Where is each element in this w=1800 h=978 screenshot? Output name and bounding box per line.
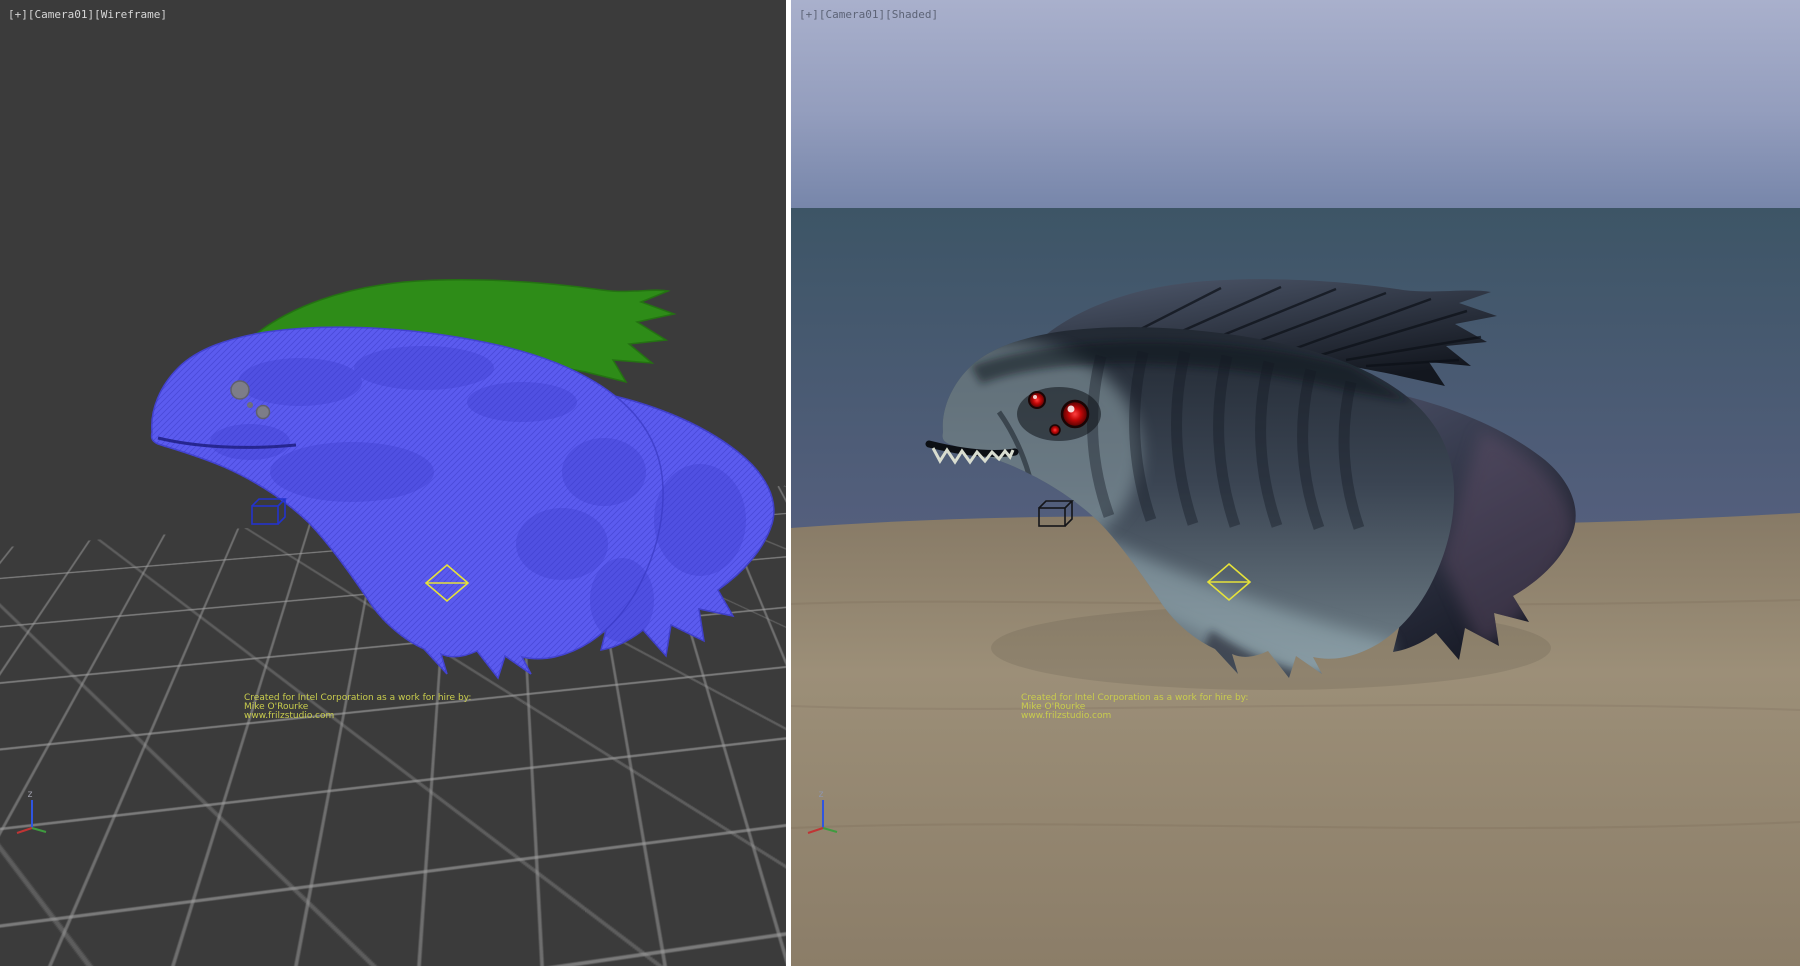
viewport-menu-plus[interactable]: [+] bbox=[8, 8, 28, 21]
viewport-label: [+][Camera01][Wireframe] bbox=[8, 8, 167, 21]
y-axis-line bbox=[823, 828, 837, 832]
shaded-scene bbox=[791, 0, 1800, 966]
axis-z-label: z bbox=[818, 789, 824, 800]
eye-small bbox=[1050, 425, 1060, 435]
viewport-menu-camera[interactable]: [Camera01] bbox=[819, 8, 885, 21]
credit-line-3: www.frilzstudio.com bbox=[244, 712, 471, 721]
wireframe-scene bbox=[0, 0, 786, 966]
eye-highlight-large bbox=[1068, 406, 1075, 413]
eye-spot-small bbox=[247, 402, 253, 408]
viewport-menu-shading[interactable]: [Wireframe] bbox=[94, 8, 167, 21]
viewport-wireframe[interactable]: [+][Camera01][Wireframe] Created for Int… bbox=[0, 0, 786, 966]
eye-highlight-medium bbox=[1033, 395, 1037, 399]
y-axis-line bbox=[32, 828, 46, 832]
credit-text: Created for Intel Corporation as a work … bbox=[244, 694, 471, 721]
viewport-shaded[interactable]: [+][Camera01][Shaded] Created for Intel … bbox=[791, 0, 1800, 966]
credit-line-3: www.frilzstudio.com bbox=[1021, 712, 1248, 721]
sky bbox=[791, 0, 1800, 208]
viewport-menu-shading[interactable]: [Shaded] bbox=[885, 8, 938, 21]
world-axis-tripod: z bbox=[10, 786, 54, 836]
world-axis-tripod: z bbox=[801, 786, 845, 836]
x-axis-line bbox=[17, 828, 32, 833]
x-axis-line bbox=[808, 828, 823, 833]
eye-large bbox=[1062, 401, 1088, 427]
credit-text: Created for Intel Corporation as a work … bbox=[1021, 694, 1248, 721]
viewport-label: [+][Camera01][Shaded] bbox=[799, 8, 938, 21]
eye-medium bbox=[1029, 392, 1045, 408]
viewport-menu-camera[interactable]: [Camera01] bbox=[28, 8, 94, 21]
eye-spot-large bbox=[231, 381, 249, 399]
axis-z-label: z bbox=[27, 789, 33, 800]
viewport-menu-plus[interactable]: [+] bbox=[799, 8, 819, 21]
eye-spot-medium bbox=[257, 406, 270, 419]
wireframe-fish-model[interactable] bbox=[120, 280, 786, 700]
dummy-box-helper[interactable] bbox=[252, 499, 285, 524]
